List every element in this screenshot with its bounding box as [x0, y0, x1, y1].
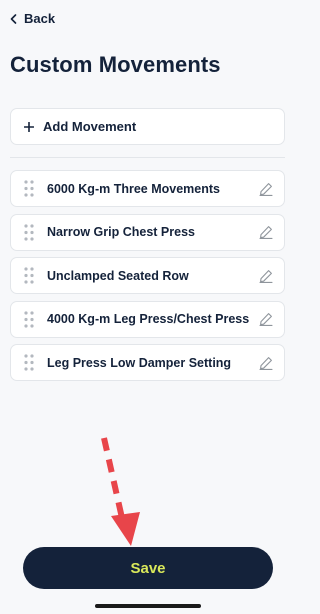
movement-label: Unclamped Seated Row: [47, 268, 189, 283]
drag-handle-icon[interactable]: [24, 267, 34, 284]
movement-row[interactable]: Unclamped Seated Row: [10, 257, 285, 294]
custom-movements-screen: Back Custom Movements Add Movement 6000 …: [0, 0, 294, 614]
divider: [10, 157, 285, 158]
page-title: Custom Movements: [10, 52, 221, 77]
movement-row[interactable]: 4000 Kg-m Leg Press/Chest Press: [10, 300, 285, 338]
pencil-icon[interactable]: [259, 356, 273, 370]
home-indicator: [95, 604, 201, 608]
movement-row[interactable]: Leg Press Low Damper Setting: [10, 344, 285, 381]
pencil-icon[interactable]: [259, 312, 273, 326]
add-movement-button[interactable]: Add Movement: [10, 108, 285, 145]
back-label: Back: [24, 11, 56, 26]
pencil-icon[interactable]: [259, 269, 273, 283]
add-movement-label: Add Movement: [43, 119, 137, 134]
annotation-arrow: [101, 437, 140, 546]
movement-row[interactable]: 6000 Kg-m Three Movements: [10, 170, 285, 207]
pencil-icon[interactable]: [259, 225, 273, 239]
pencil-icon[interactable]: [259, 182, 273, 196]
movement-row[interactable]: Narrow Grip Chest Press: [10, 213, 285, 251]
movement-label: 4000 Kg-m Leg Press/Chest Press: [47, 312, 250, 326]
movement-label: 6000 Kg-m Three Movements: [47, 181, 220, 196]
save-label: Save: [130, 559, 166, 577]
drag-handle-icon[interactable]: [24, 310, 34, 328]
movement-list: 6000 Kg-m Three Movements Narrow Grip Che…: [10, 170, 285, 388]
drag-handle-icon[interactable]: [24, 223, 34, 241]
drag-handle-icon[interactable]: [24, 354, 34, 371]
back-button[interactable]: Back: [10, 11, 55, 26]
save-button[interactable]: Save: [23, 547, 273, 589]
drag-handle-icon[interactable]: [24, 180, 34, 197]
plus-icon: [24, 121, 34, 132]
chevron-left-icon: [10, 13, 17, 24]
movement-label: Narrow Grip Chest Press: [47, 225, 195, 239]
movement-label: Leg Press Low Damper Setting: [47, 355, 232, 370]
